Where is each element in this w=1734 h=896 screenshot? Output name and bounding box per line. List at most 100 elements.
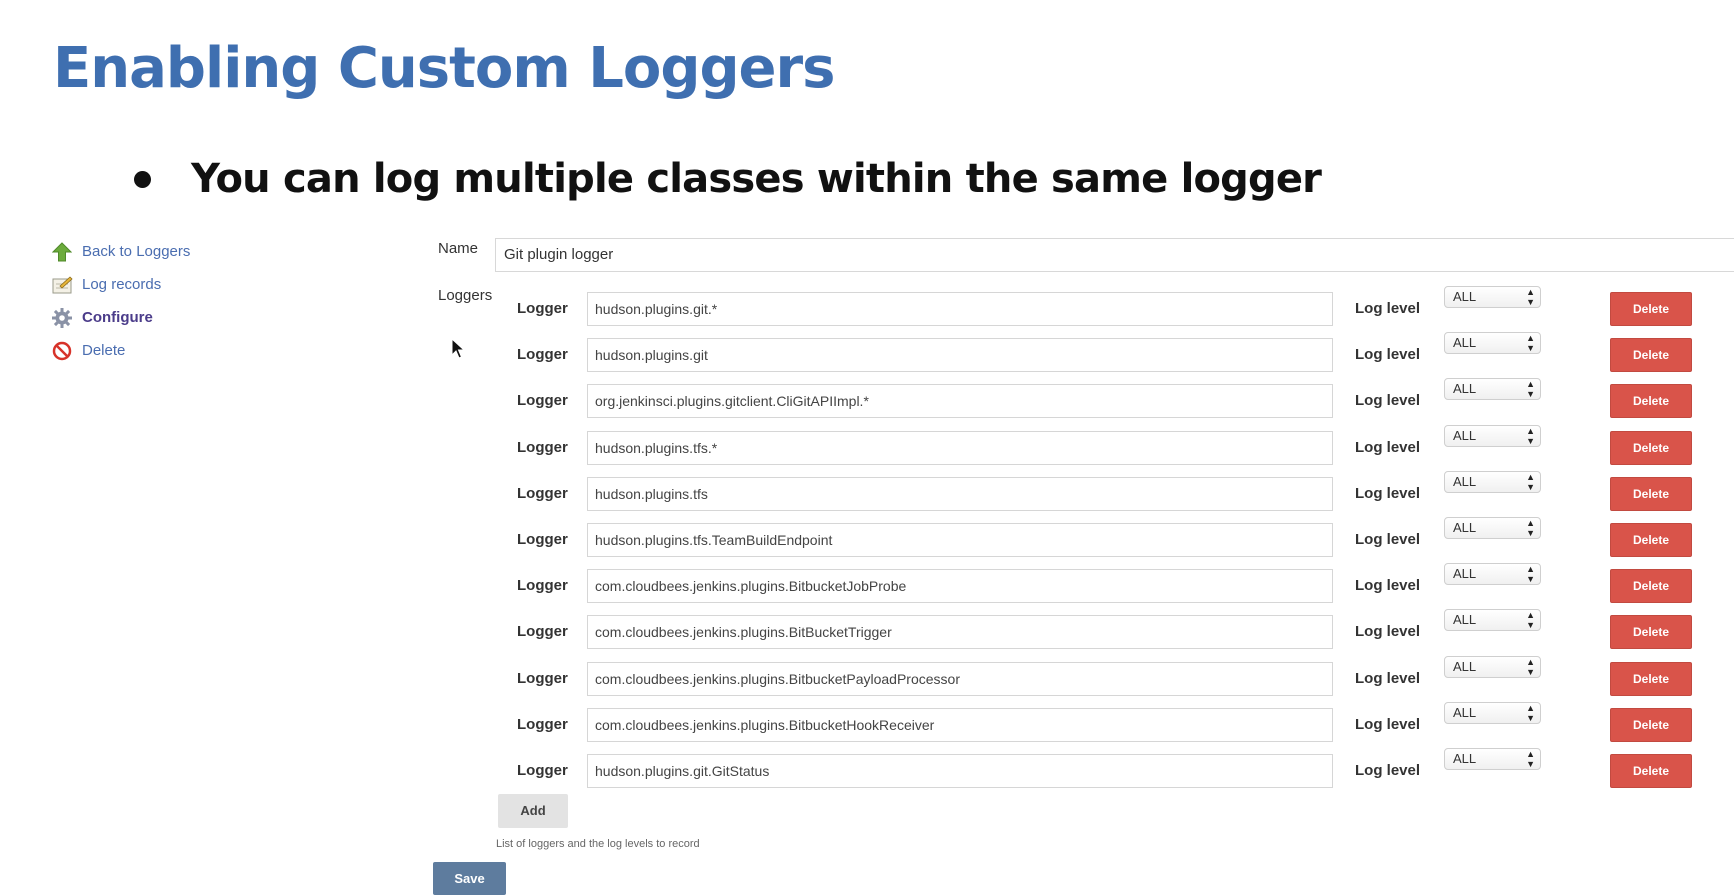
logger-label: Logger: [517, 716, 568, 733]
name-field[interactable]: Git plugin logger: [495, 238, 1734, 272]
select-arrows-icon: ▲ ▼: [1526, 703, 1535, 723]
log-level-value: ALL: [1453, 705, 1477, 720]
logger-name-field[interactable]: com.cloudbees.jenkins.plugins.BitbucketH…: [587, 708, 1333, 742]
logger-name-field[interactable]: hudson.plugins.tfs.TeamBuildEndpoint: [587, 523, 1333, 557]
slide-title: Enabling Custom Loggers: [53, 36, 835, 101]
log-level-label: Log level: [1355, 485, 1421, 502]
delete-logger-button[interactable]: Delete: [1610, 292, 1692, 326]
delete-logger-button[interactable]: Delete: [1610, 338, 1692, 372]
delete-logger-button[interactable]: Delete: [1610, 523, 1692, 557]
logger-label: Logger: [517, 623, 568, 640]
log-level-select[interactable]: ALL ▲ ▼: [1444, 656, 1541, 678]
log-level-select[interactable]: ALL ▲ ▼: [1444, 425, 1541, 447]
sidebar-item-delete[interactable]: Delete: [50, 334, 350, 367]
logger-label: Logger: [517, 346, 568, 363]
logger-name-field[interactable]: org.jenkinsci.plugins.gitclient.CliGitAP…: [587, 384, 1333, 418]
logger-row: Logger com.cloudbees.jenkins.plugins.Bitb…: [505, 656, 1705, 698]
logger-name-field[interactable]: hudson.plugins.tfs.*: [587, 431, 1333, 465]
notepad-icon: [50, 273, 74, 297]
log-level-select[interactable]: ALL ▲ ▼: [1444, 563, 1541, 585]
log-level-label: Log level: [1355, 439, 1421, 456]
log-level-value: ALL: [1453, 474, 1477, 489]
log-level-label: Log level: [1355, 531, 1421, 548]
log-level-label: Log level: [1355, 392, 1421, 409]
logger-row: Logger com.cloudbees.jenkins.plugins.BitB…: [505, 609, 1705, 651]
logger-name-field[interactable]: hudson.plugins.git.*: [587, 292, 1333, 326]
logger-label: Logger: [517, 531, 568, 548]
log-level-select[interactable]: ALL ▲ ▼: [1444, 702, 1541, 724]
logger-row: Logger org.jenkinsci.plugins.gitclient.Cl…: [505, 378, 1705, 420]
log-level-label: Log level: [1355, 762, 1421, 779]
logger-row: Logger hudson.plugins.git Log level ALL ▲ ▼ De…: [505, 332, 1705, 374]
log-level-select[interactable]: ALL ▲ ▼: [1444, 471, 1541, 493]
log-level-label: Log level: [1355, 300, 1421, 317]
select-arrows-icon: ▲ ▼: [1526, 657, 1535, 677]
logger-name-field[interactable]: com.cloudbees.jenkins.plugins.BitbucketP…: [587, 662, 1333, 696]
select-arrows-icon: ▲ ▼: [1526, 426, 1535, 446]
add-logger-button[interactable]: Add: [498, 794, 568, 828]
delete-logger-button[interactable]: Delete: [1610, 384, 1692, 418]
no-entry-icon: [50, 339, 74, 363]
log-level-label: Log level: [1355, 623, 1421, 640]
log-level-select[interactable]: ALL ▲ ▼: [1444, 286, 1541, 308]
log-level-value: ALL: [1453, 428, 1477, 443]
select-arrows-icon: ▲ ▼: [1526, 518, 1535, 538]
save-button[interactable]: Save: [433, 862, 506, 895]
name-label: Name: [438, 240, 479, 257]
log-level-value: ALL: [1453, 381, 1477, 396]
log-level-value: ALL: [1453, 289, 1477, 304]
loggers-label: Loggers: [438, 287, 493, 304]
logger-name-field[interactable]: hudson.plugins.git: [587, 338, 1333, 372]
sidebar-item-configure[interactable]: Configure: [50, 301, 350, 334]
log-level-select[interactable]: ALL ▲ ▼: [1444, 378, 1541, 400]
delete-logger-button[interactable]: Delete: [1610, 477, 1692, 511]
log-level-value: ALL: [1453, 566, 1477, 581]
logger-name-field[interactable]: hudson.plugins.tfs: [587, 477, 1333, 511]
sidebar-item-back-to-loggers[interactable]: Back to Loggers: [50, 235, 350, 268]
log-level-select[interactable]: ALL ▲ ▼: [1444, 748, 1541, 770]
logger-label: Logger: [517, 762, 568, 779]
select-arrows-icon: ▲ ▼: [1526, 564, 1535, 584]
logger-label: Logger: [517, 577, 568, 594]
logger-name-field[interactable]: com.cloudbees.jenkins.plugins.BitBucketT…: [587, 615, 1333, 649]
log-level-label: Log level: [1355, 346, 1421, 363]
delete-logger-button[interactable]: Delete: [1610, 615, 1692, 649]
log-level-value: ALL: [1453, 751, 1477, 766]
select-arrows-icon: ▲ ▼: [1526, 472, 1535, 492]
delete-logger-button[interactable]: Delete: [1610, 754, 1692, 788]
log-level-select[interactable]: ALL ▲ ▼: [1444, 332, 1541, 354]
log-level-select[interactable]: ALL ▲ ▼: [1444, 517, 1541, 539]
log-level-select[interactable]: ALL ▲ ▼: [1444, 609, 1541, 631]
delete-logger-button[interactable]: Delete: [1610, 569, 1692, 603]
sidebar: Back to Loggers Log records Configure De…: [50, 235, 350, 367]
logger-label: Logger: [517, 485, 568, 502]
sidebar-item-label: Configure: [82, 309, 153, 326]
delete-logger-button[interactable]: Delete: [1610, 708, 1692, 742]
up-arrow-icon: [50, 240, 74, 264]
logger-row: Logger com.cloudbees.jenkins.plugins.Bitb…: [505, 702, 1705, 744]
logger-name-field[interactable]: hudson.plugins.git.GitStatus: [587, 754, 1333, 788]
bullet-text: You can log multiple classes within the …: [191, 156, 1322, 202]
logger-row: Logger hudson.plugins.git.GitStatus Log le…: [505, 748, 1705, 790]
logger-row: Logger hudson.plugins.tfs.* Log level ALL ▲ ▼…: [505, 425, 1705, 467]
logger-row: Logger hudson.plugins.tfs Log level ALL ▲ ▼ De…: [505, 471, 1705, 513]
select-arrows-icon: ▲ ▼: [1526, 333, 1535, 353]
bullet-dot-icon: [134, 170, 151, 188]
mouse-cursor-icon: [451, 337, 466, 365]
delete-logger-button[interactable]: Delete: [1610, 431, 1692, 465]
delete-logger-button[interactable]: Delete: [1610, 662, 1692, 696]
select-arrows-icon: ▲ ▼: [1526, 610, 1535, 630]
sidebar-item-log-records[interactable]: Log records: [50, 268, 350, 301]
select-arrows-icon: ▲ ▼: [1526, 287, 1535, 307]
log-level-label: Log level: [1355, 670, 1421, 687]
log-level-value: ALL: [1453, 659, 1477, 674]
sidebar-item-label: Log records: [82, 276, 162, 293]
logger-label: Logger: [517, 439, 568, 456]
log-level-label: Log level: [1355, 577, 1421, 594]
loggers-help-text: List of loggers and the log levels to re…: [496, 838, 700, 850]
logger-name-field[interactable]: com.cloudbees.jenkins.plugins.BitbucketJ…: [587, 569, 1333, 603]
sidebar-item-label: Back to Loggers: [82, 243, 191, 260]
logger-label: Logger: [517, 300, 568, 317]
gear-icon: [50, 306, 74, 330]
logger-row: Logger hudson.plugins.tfs.TeamBuildEndpoi…: [505, 517, 1705, 559]
